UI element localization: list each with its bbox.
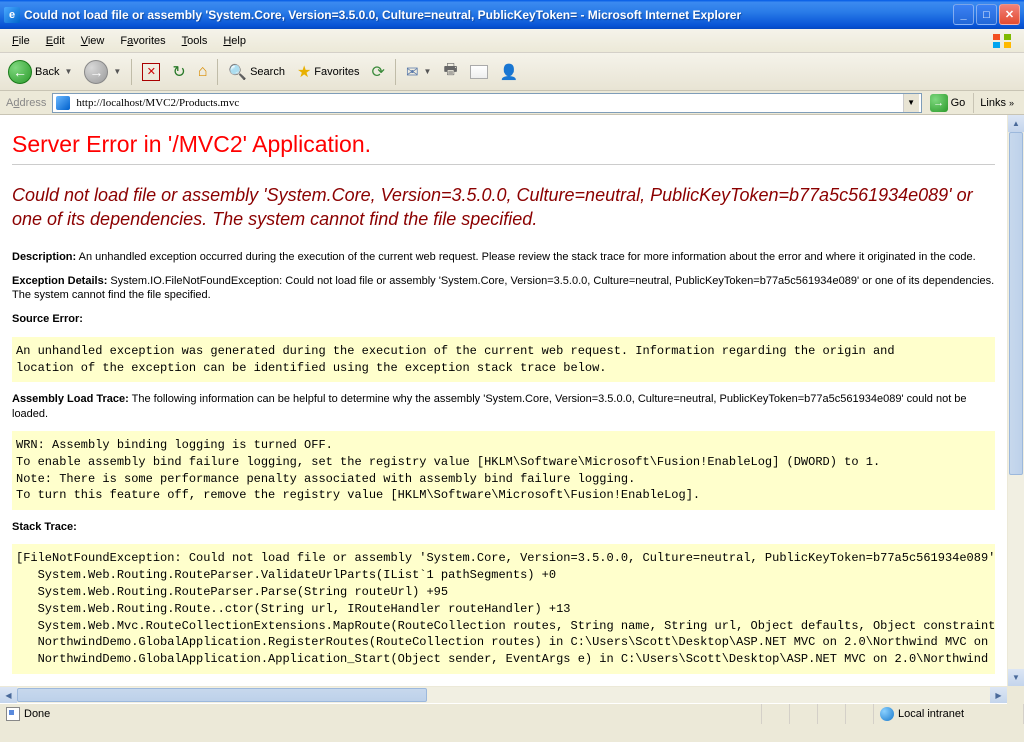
messenger-icon: 👤 — [500, 63, 519, 81]
favorites-button[interactable]: ★ Favorites — [293, 60, 364, 84]
vscroll-thumb[interactable] — [1009, 132, 1023, 475]
history-button[interactable]: ⟳ — [368, 60, 389, 84]
scroll-up-icon[interactable]: ▲ — [1008, 115, 1024, 132]
status-pane-1 — [762, 704, 790, 724]
scroll-left-icon[interactable]: ◀ — [0, 687, 17, 703]
status-pane-3 — [818, 704, 846, 724]
refresh-button[interactable]: ↻ — [168, 60, 189, 84]
star-icon: ★ — [297, 62, 311, 82]
messenger-button[interactable]: 👤 — [496, 61, 523, 83]
scroll-corner — [1007, 687, 1024, 704]
back-arrow-icon: ← — [8, 60, 32, 84]
print-button[interactable]: 🖶 — [439, 57, 461, 86]
forward-button[interactable]: → ▼ — [80, 58, 125, 86]
address-input-wrap[interactable]: ▼ — [52, 93, 921, 113]
menu-favorites[interactable]: Favorites — [112, 32, 173, 50]
back-button[interactable]: ← Back ▼ — [4, 58, 76, 86]
search-icon: 🔍 — [228, 63, 247, 81]
address-bar: Address ▼ → Go Links » — [0, 91, 1024, 115]
vertical-scrollbar[interactable]: ▲ ▼ — [1007, 115, 1024, 686]
scroll-right-icon[interactable]: ▶ — [990, 687, 1007, 703]
done-icon — [6, 707, 20, 721]
exception-section: Exception Details: System.IO.FileNotFoun… — [12, 274, 995, 303]
address-input[interactable] — [74, 96, 902, 110]
history-icon: ⟳ — [372, 62, 385, 82]
window-titlebar: e Could not load file or assembly 'Syste… — [0, 0, 1024, 29]
search-button[interactable]: 🔍 Search — [224, 61, 289, 83]
hscroll-thumb[interactable] — [17, 688, 427, 702]
links-button[interactable]: Links » — [973, 93, 1020, 113]
page-ie-icon — [55, 95, 71, 111]
mail-button[interactable]: ✉▼ — [402, 61, 436, 83]
description-section: Description: An unhandled exception occu… — [12, 250, 995, 264]
maximize-button[interactable]: □ — [976, 4, 997, 25]
mail-icon: ✉ — [406, 63, 419, 81]
menu-edit[interactable]: Edit — [38, 32, 73, 50]
content-viewport: Server Error in '/MVC2' Application. Cou… — [0, 115, 1024, 703]
error-heading: Server Error in '/MVC2' Application. — [12, 131, 995, 158]
go-arrow-icon: → — [930, 94, 948, 112]
windows-logo-icon — [984, 31, 1020, 51]
menu-view[interactable]: View — [73, 32, 113, 50]
close-button[interactable]: ✕ — [999, 4, 1020, 25]
links-chevron-icon: » — [1009, 98, 1014, 108]
minimize-button[interactable]: _ — [953, 4, 974, 25]
source-error-label: Source Error: — [12, 312, 995, 326]
status-pane-2 — [790, 704, 818, 724]
security-zone: Local intranet — [874, 704, 1024, 724]
toolbar: ← Back ▼ → ▼ ✕ ↻ ⌂ 🔍 Search ★ Favorites … — [0, 53, 1024, 91]
menu-tools[interactable]: Tools — [174, 32, 216, 50]
forward-dropdown-icon[interactable]: ▼ — [113, 67, 121, 76]
home-button[interactable]: ⌂ — [194, 61, 212, 83]
address-dropdown-icon[interactable]: ▼ — [903, 94, 919, 112]
source-error-box: An unhandled exception was generated dur… — [12, 337, 995, 383]
error-subheading: Could not load file or assembly 'System.… — [12, 183, 995, 232]
status-main: Done — [0, 704, 762, 724]
window-title: Could not load file or assembly 'System.… — [24, 8, 953, 22]
refresh-icon: ↻ — [172, 62, 185, 82]
horizontal-scrollbar[interactable]: ◀ ▶ — [0, 686, 1024, 703]
go-button[interactable]: → Go — [926, 94, 970, 112]
menu-bar: File Edit View Favorites Tools Help — [0, 29, 1024, 53]
address-label: Address — [4, 97, 48, 109]
error-page: Server Error in '/MVC2' Application. Cou… — [0, 115, 1007, 686]
menu-help[interactable]: Help — [215, 32, 254, 50]
divider — [12, 164, 995, 165]
zone-text: Local intranet — [898, 708, 964, 720]
stop-icon: ✕ — [142, 63, 160, 81]
scroll-down-icon[interactable]: ▼ — [1008, 669, 1024, 686]
menu-file[interactable]: File — [4, 32, 38, 50]
status-bar: Done Local intranet — [0, 703, 1024, 724]
assembly-load-trace-section: Assembly Load Trace: The following infor… — [12, 392, 995, 421]
stop-button[interactable]: ✕ — [138, 61, 164, 83]
edit-button[interactable] — [466, 63, 492, 81]
ie-icon: e — [4, 7, 20, 23]
stack-trace-label: Stack Trace: — [12, 520, 995, 534]
print-icon: 🖶 — [443, 59, 457, 84]
home-icon: ⌂ — [198, 63, 208, 81]
status-pane-4 — [846, 704, 874, 724]
assembly-load-trace-box: WRN: Assembly binding logging is turned … — [12, 431, 995, 510]
stack-trace-box: [FileNotFoundException: Could not load f… — [12, 544, 995, 674]
status-text: Done — [24, 708, 50, 720]
edit-icon — [470, 65, 488, 79]
globe-icon — [880, 707, 894, 721]
back-dropdown-icon[interactable]: ▼ — [64, 67, 72, 76]
forward-arrow-icon: → — [84, 60, 108, 84]
